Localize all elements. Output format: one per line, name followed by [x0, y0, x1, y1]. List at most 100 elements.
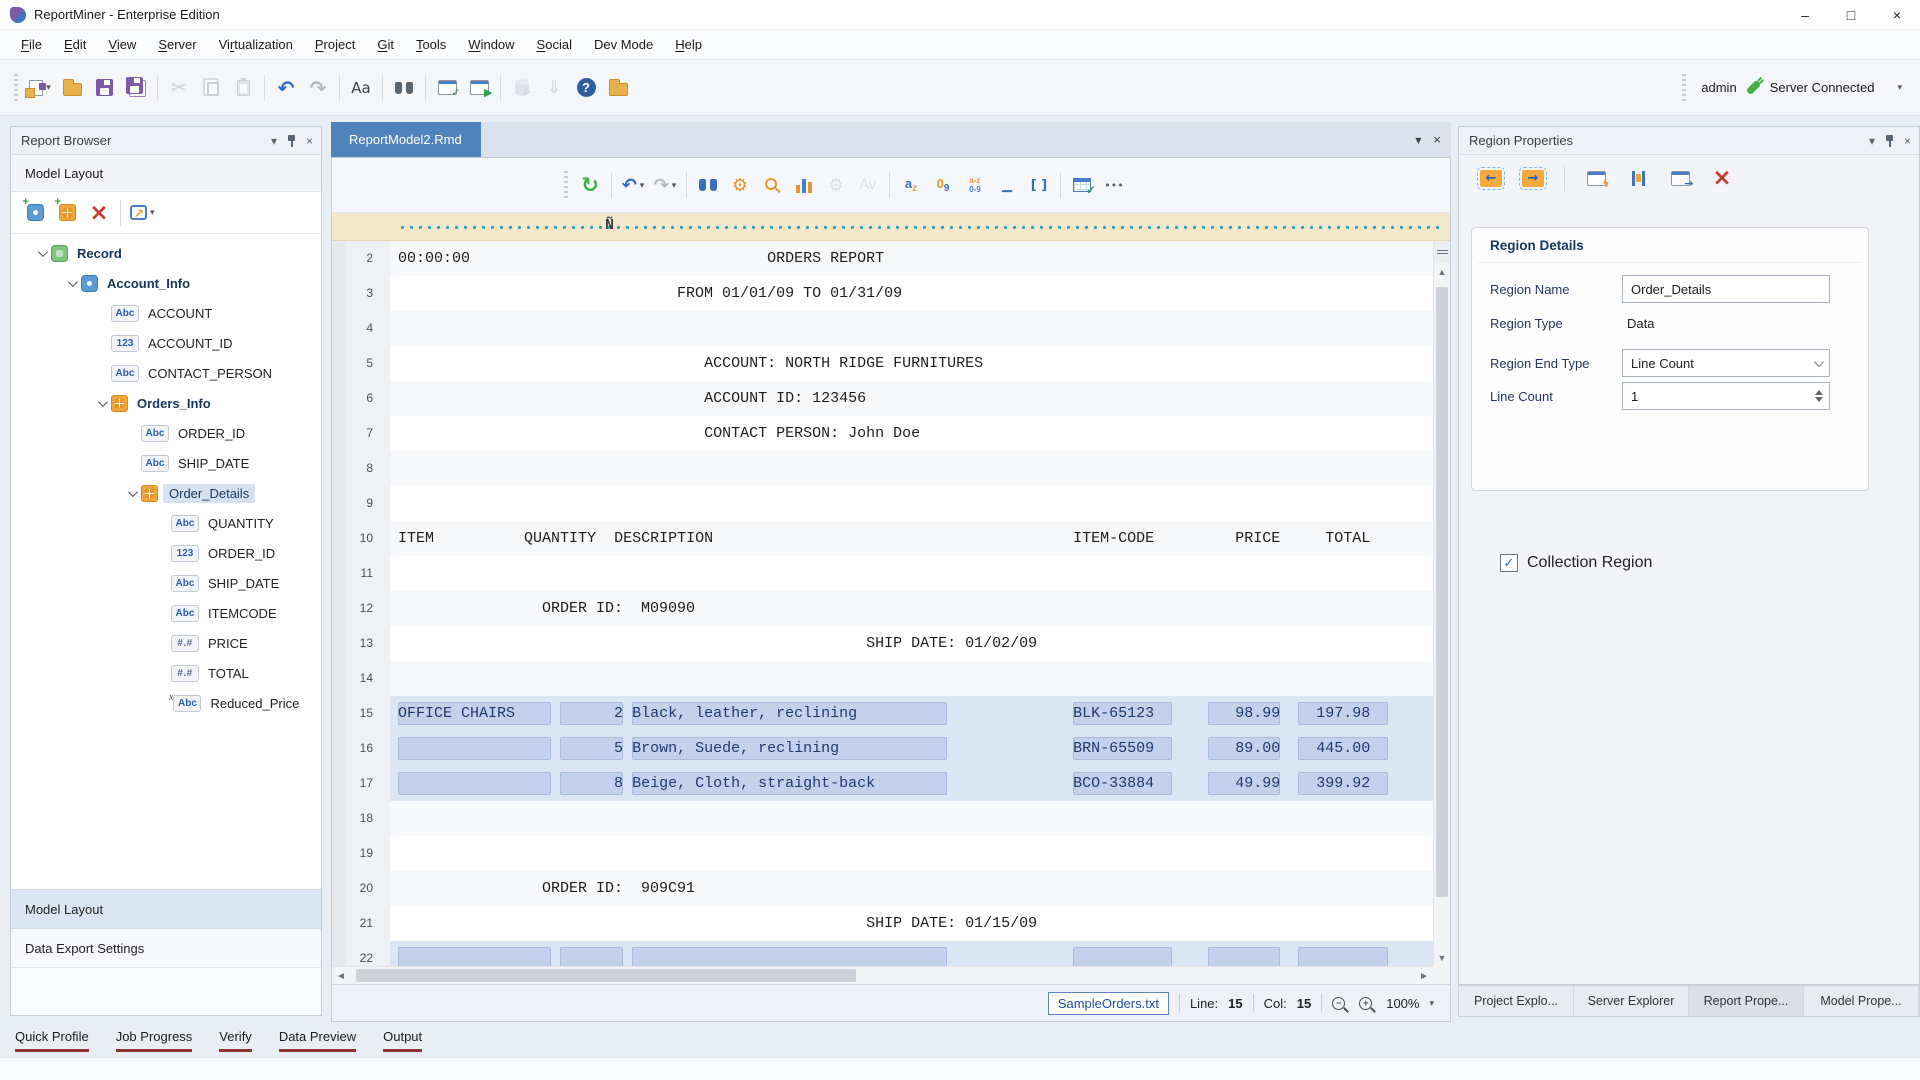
- field-highlight[interactable]: [398, 737, 551, 760]
- field-highlight[interactable]: 2: [560, 702, 623, 725]
- menu-project[interactable]: Project: [304, 30, 366, 60]
- scroll-up-button[interactable]: ▲: [1434, 263, 1450, 280]
- field-highlight[interactable]: 445.00: [1298, 737, 1388, 760]
- save-button[interactable]: [88, 72, 120, 104]
- tree-node-record[interactable]: Record: [11, 238, 321, 268]
- help-button[interactable]: ?: [570, 72, 602, 104]
- scroll-down-button[interactable]: ▼: [1434, 949, 1450, 966]
- stepper-up-icon[interactable]: [1815, 386, 1823, 395]
- panel-tab-model-prope-[interactable]: Model Prope...: [1804, 986, 1919, 1016]
- report-content[interactable]: 200:00:00 ORDERS REPORT3 FROM 01/01/09 T…: [332, 241, 1450, 966]
- tree-node-order_id[interactable]: AbcORDER_ID: [11, 418, 321, 448]
- report-line-20[interactable]: 20 ORDER ID: 909C91: [332, 871, 1450, 906]
- tab-list-button[interactable]: ▾: [1415, 133, 1421, 147]
- delete-node-button[interactable]: ×: [83, 197, 115, 229]
- line-count-stepper[interactable]: 1: [1622, 382, 1830, 410]
- field-highlight[interactable]: OFFICE CHAIRS: [398, 702, 551, 725]
- auto-create-fields-button[interactable]: ϟ: [1580, 162, 1612, 194]
- report-line-9[interactable]: 9: [332, 486, 1450, 521]
- report-line-18[interactable]: 18: [332, 801, 1450, 836]
- field-highlight[interactable]: BLK-65123: [1073, 702, 1172, 725]
- new-report-model-button[interactable]: ▾: [24, 72, 56, 104]
- menu-social[interactable]: Social: [526, 30, 583, 60]
- tree-node-quantity[interactable]: AbcQUANTITY: [11, 508, 321, 538]
- tree-node-order_details[interactable]: Order_Details: [11, 478, 321, 508]
- field-highlight[interactable]: [398, 772, 551, 795]
- report-line-7[interactable]: 7 CONTACT PERSON: John Doe: [332, 416, 1450, 451]
- pattern-brackets-button[interactable]: [ ]: [1023, 169, 1055, 201]
- field-highlight[interactable]: Brown, Suede, reclining: [632, 737, 947, 760]
- tree-node-reduced_price[interactable]: xAbcReduced_Price: [11, 688, 321, 718]
- menu-dev-mode[interactable]: Dev Mode: [583, 30, 664, 60]
- menu-git[interactable]: Git: [366, 30, 405, 60]
- tree-node-account_info[interactable]: Account_Info: [11, 268, 321, 298]
- goto-alpha-button[interactable]: az: [895, 169, 927, 201]
- menu-virtualization[interactable]: Virtualization: [208, 30, 304, 60]
- tree-node-total[interactable]: #.#TOTAL: [11, 658, 321, 688]
- field-highlight[interactable]: [1073, 947, 1172, 966]
- font-button[interactable]: Aa: [345, 72, 377, 104]
- field-highlight[interactable]: 98.99: [1208, 702, 1280, 725]
- bottom-tab-data-preview[interactable]: Data Preview: [279, 1029, 356, 1052]
- collection-region-checkbox[interactable]: ✓: [1500, 554, 1518, 572]
- close-button[interactable]: ×: [306, 134, 313, 148]
- chevron-expand-icon[interactable]: [31, 250, 51, 257]
- delete-region-button[interactable]: ×: [1706, 162, 1738, 194]
- find-button[interactable]: [388, 72, 420, 104]
- field-highlight[interactable]: [1298, 947, 1388, 966]
- region-name-input[interactable]: [1622, 275, 1830, 303]
- field-highlight[interactable]: BCO-33884: [1073, 772, 1172, 795]
- vertical-scroll-thumb[interactable]: [1436, 287, 1448, 897]
- source-file-badge[interactable]: SampleOrders.txt: [1048, 992, 1169, 1015]
- pin-button[interactable]: [1885, 134, 1894, 148]
- region-end-type-dropdown[interactable]: Line Count: [1622, 349, 1830, 377]
- tree-node-account[interactable]: AbcACCOUNT: [11, 298, 321, 328]
- redo-button[interactable]: ↷: [302, 72, 334, 104]
- field-highlight[interactable]: 89.00: [1208, 737, 1280, 760]
- report-line-15[interactable]: 15OFFICE CHAIRS 2 Black, leather, reclin…: [332, 696, 1450, 731]
- zoom-in-icon[interactable]: +: [1359, 997, 1372, 1010]
- field-highlight[interactable]: 49.99: [1208, 772, 1280, 795]
- field-highlight[interactable]: 399.92: [1298, 772, 1388, 795]
- report-line-17[interactable]: 17 8 Beige, Cloth, straight-back BCO-338…: [332, 766, 1450, 801]
- goto-number-button[interactable]: 09: [927, 169, 959, 201]
- menu-tools[interactable]: Tools: [405, 30, 457, 60]
- pattern-alnum-button[interactable]: a-z0-9: [959, 169, 991, 201]
- show-whitespace-button[interactable]: ▁: [991, 169, 1023, 201]
- panel-menu-button[interactable]: ▾: [271, 134, 277, 148]
- export-to-table-button[interactable]: ✓: [1066, 169, 1098, 201]
- undo-button[interactable]: ↶: [270, 72, 302, 104]
- verify-button[interactable]: ✓: [431, 72, 463, 104]
- field-statistics-button[interactable]: [788, 169, 820, 201]
- field-highlight[interactable]: BRN-65509: [1073, 737, 1172, 760]
- menu-file[interactable]: File: [10, 30, 53, 60]
- zoom-out-icon[interactable]: −: [1332, 997, 1345, 1010]
- chevron-expand-icon[interactable]: [121, 490, 141, 497]
- open-recent-button[interactable]: [602, 72, 634, 104]
- more-options-button[interactable]: •••: [1098, 169, 1130, 201]
- tree-node-price[interactable]: #.#PRICE: [11, 628, 321, 658]
- field-highlight[interactable]: [560, 947, 623, 966]
- report-line-6[interactable]: 6 ACCOUNT ID: 123456: [332, 381, 1450, 416]
- tree-node-ship_date[interactable]: AbcSHIP_DATE: [11, 448, 321, 478]
- bottom-tab-quick-profile[interactable]: Quick Profile: [15, 1029, 89, 1052]
- find-button[interactable]: [692, 169, 724, 201]
- report-line-10[interactable]: 10ITEM QUANTITY DESCRIPTION ITEM-CODE PR…: [332, 521, 1450, 556]
- refresh-button[interactable]: ↻: [574, 169, 606, 201]
- field-highlight[interactable]: [632, 947, 947, 966]
- bottom-tab-job-progress[interactable]: Job Progress: [116, 1029, 193, 1052]
- field-highlight[interactable]: [398, 947, 551, 966]
- undo-button[interactable]: ↶▾: [617, 169, 649, 201]
- menu-help[interactable]: Help: [664, 30, 713, 60]
- redo-button[interactable]: ↷▾: [649, 169, 681, 201]
- zoom-level[interactable]: 100%: [1386, 996, 1419, 1011]
- tree-node-orders_info[interactable]: Orders_Info: [11, 388, 321, 418]
- report-line-4[interactable]: 4: [332, 311, 1450, 346]
- stepper-down-icon[interactable]: [1815, 397, 1823, 406]
- report-line-5[interactable]: 5 ACCOUNT: NORTH RIDGE FURNITURES: [332, 346, 1450, 381]
- export-model-button[interactable]: ▾: [126, 197, 159, 229]
- report-line-13[interactable]: 13 SHIP DATE: 01/02/09: [332, 626, 1450, 661]
- next-region-button[interactable]: →: [1517, 162, 1549, 194]
- horizontal-scrollbar[interactable]: ◄ ►: [332, 966, 1433, 984]
- vertical-scrollbar[interactable]: ▲ ▼: [1433, 241, 1450, 966]
